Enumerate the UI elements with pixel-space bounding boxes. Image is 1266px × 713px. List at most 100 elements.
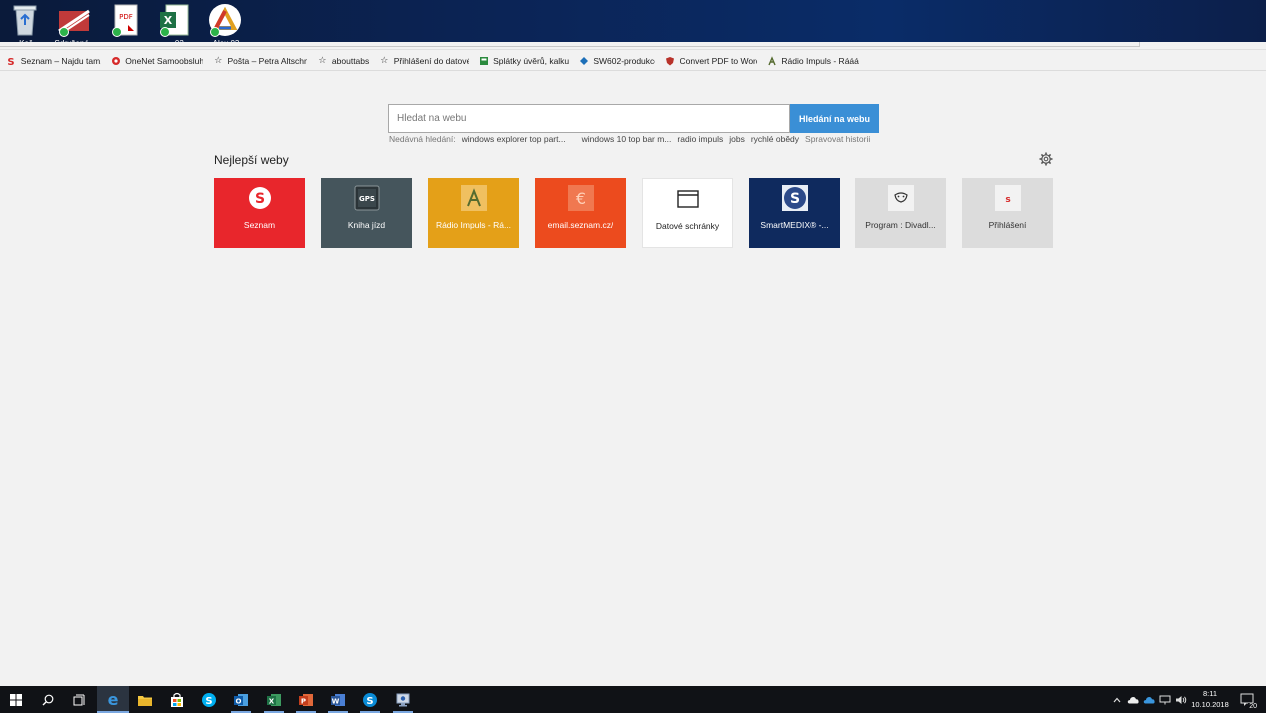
pdf-file-icon[interactable]: PDF ... [110,3,146,42]
powerpoint-icon: P [299,693,313,706]
svg-text:W: W [332,697,340,705]
tile-label: Přihlášení [988,220,1027,230]
remote-desktop-icon [396,693,410,706]
favorite-posta[interactable]: ☆ Pošta – Petra Altschm [213,55,307,66]
cloud-icon [1143,696,1155,703]
tile-label: Datové schránky [655,221,720,231]
sync-check-icon [59,27,69,37]
favorite-label: Splátky úvěrů, kalkula [493,55,569,66]
euro-icon: € [567,185,594,211]
taskbar-skype-business[interactable]: S [354,686,386,713]
top-site-tile-prihlaseni[interactable]: s Přihlášení [962,178,1053,248]
gear-icon[interactable] [1039,152,1053,166]
seznam-icon: S [247,185,273,211]
edge-icon: e [108,691,119,707]
recent-search-item[interactable]: jobs [729,134,745,144]
browser-window-icon [675,186,701,212]
svg-text:S: S [254,191,264,207]
favorite-splatky[interactable]: Splátky úvěrů, kalkula [479,55,569,66]
favorite-label: Convert PDF to Word [679,55,757,66]
shortcut-icon[interactable]: Sdružené... [55,3,95,42]
top-site-tile-datove-schranky[interactable]: Datové schránky [642,178,733,248]
search-button[interactable]: Hledání na webu [790,104,879,133]
taskbar-remote-app[interactable] [387,686,419,713]
clock[interactable]: 8:11 10.10.2018 [1188,688,1232,710]
clock-time: 8:11 [1202,689,1218,698]
favorites-bar: S Seznam – Najdu tam, OneNet Samoobsluha… [0,51,1266,71]
web-search: Hledání na webu [388,104,879,133]
recycle-bin-icon[interactable]: Koš [8,3,44,42]
volume-button[interactable] [1174,686,1188,713]
desktop-area: Koš Sdružené... PDF ... X ...03 Alex 03 [0,0,1266,42]
app-shortcut-icon[interactable]: Alex 03 [208,3,244,42]
top-site-tile-kniha-jizd[interactable]: GPS Kniha jízd [321,178,412,248]
excel-file-icon[interactable]: X ...03 [158,3,194,42]
top-site-tile-smartmedix[interactable]: S SmartMEDIX® -... [749,178,840,248]
favorite-label: Přihlášení do datové [393,55,469,66]
svg-text:S: S [8,57,15,66]
tile-label: Rádio Impuls - Rá... [435,220,512,230]
favorite-seznam[interactable]: S Seznam – Najdu tam, [6,55,101,66]
svg-text:O: O [236,697,242,705]
skype-business-icon: S [363,692,377,707]
svg-text:PDF: PDF [119,13,133,21]
show-hidden-icons-button[interactable] [1110,686,1124,713]
recent-searches: Nedávná hledání: windows explorer top pa… [389,134,876,144]
top-site-tile-program-divadla[interactable]: Program : Divadl... [855,178,946,248]
onedrive-button[interactable] [1126,686,1140,713]
taskbar: e S O X P W S 8:11 10.10.2018 20 [0,686,1266,713]
favorite-abouttabs[interactable]: ☆ abouttabs [317,55,369,66]
recent-search-item[interactable]: rychlé obědy [751,134,799,144]
top-site-tile-radio-impuls[interactable]: Rádio Impuls - Rá... [428,178,519,248]
action-center-button[interactable]: 20 [1238,686,1258,713]
favorite-prihlaseni[interactable]: ☆ Přihlášení do datové [379,55,469,66]
favorite-convert-pdf[interactable]: Convert PDF to Word [665,55,757,66]
top-sites-title: Nejlepší weby [214,153,289,167]
svg-text:€: € [575,189,585,208]
top-site-tile-email-seznam[interactable]: € email.seznam.cz/ [535,178,626,248]
taskbar-outlook[interactable]: O [225,686,257,713]
favorite-onenet[interactable]: OneNet Samoobsluha [111,55,203,66]
star-icon: ☆ [318,55,327,65]
taskbar-word[interactable]: W [322,686,354,713]
favorite-radio-impuls[interactable]: Rádio Impuls - Ráááá [767,55,859,66]
taskbar-file-explorer[interactable] [129,686,161,713]
search-button[interactable] [32,686,64,713]
taskbar-edge[interactable]: e [97,686,129,713]
manage-history-link[interactable]: Spravovat historii [805,134,870,144]
star-icon: ☆ [214,55,223,65]
recent-search-item[interactable]: windows explorer top part... [462,134,576,144]
svg-text:e: e [108,691,119,707]
svg-text:s: s [1005,195,1010,205]
favorite-label: Rádio Impuls - Ráááá [781,55,859,66]
favorite-sw602[interactable]: SW602-produkce [579,55,655,66]
speaker-icon [1176,695,1187,704]
gps-text: GPS [359,195,375,203]
notification-count: 20 [1248,703,1258,710]
radio-icon [460,185,487,211]
recent-search-item[interactable]: radio impuls [677,134,723,144]
taskbar-store[interactable] [161,686,193,713]
sync-check-icon [160,27,170,37]
task-view-icon [73,694,85,705]
network-button[interactable] [1158,686,1172,713]
taskbar-skype[interactable]: S [193,686,225,713]
store-icon [171,692,183,707]
shield-icon [665,55,676,66]
sync-check-icon [112,27,122,37]
tile-label: email.seznam.cz/ [547,220,614,230]
task-view-button[interactable] [64,686,96,713]
tile-label: SmartMEDIX® -... [760,220,829,230]
svg-text:X: X [164,14,173,27]
recent-search-item[interactable]: windows 10 top bar m... [582,134,672,144]
start-button[interactable] [0,686,32,713]
top-site-tile-seznam[interactable]: S Seznam [214,178,305,248]
network-icon [1159,695,1171,704]
taskbar-excel[interactable]: X [258,686,290,713]
cloud-icon [1127,696,1139,703]
taskbar-powerpoint[interactable]: P [290,686,322,713]
onedrive-business-button[interactable] [1142,686,1156,713]
sync-check-icon [210,27,220,37]
search-input[interactable] [388,104,790,133]
smartmedix-letter: S [789,191,799,207]
